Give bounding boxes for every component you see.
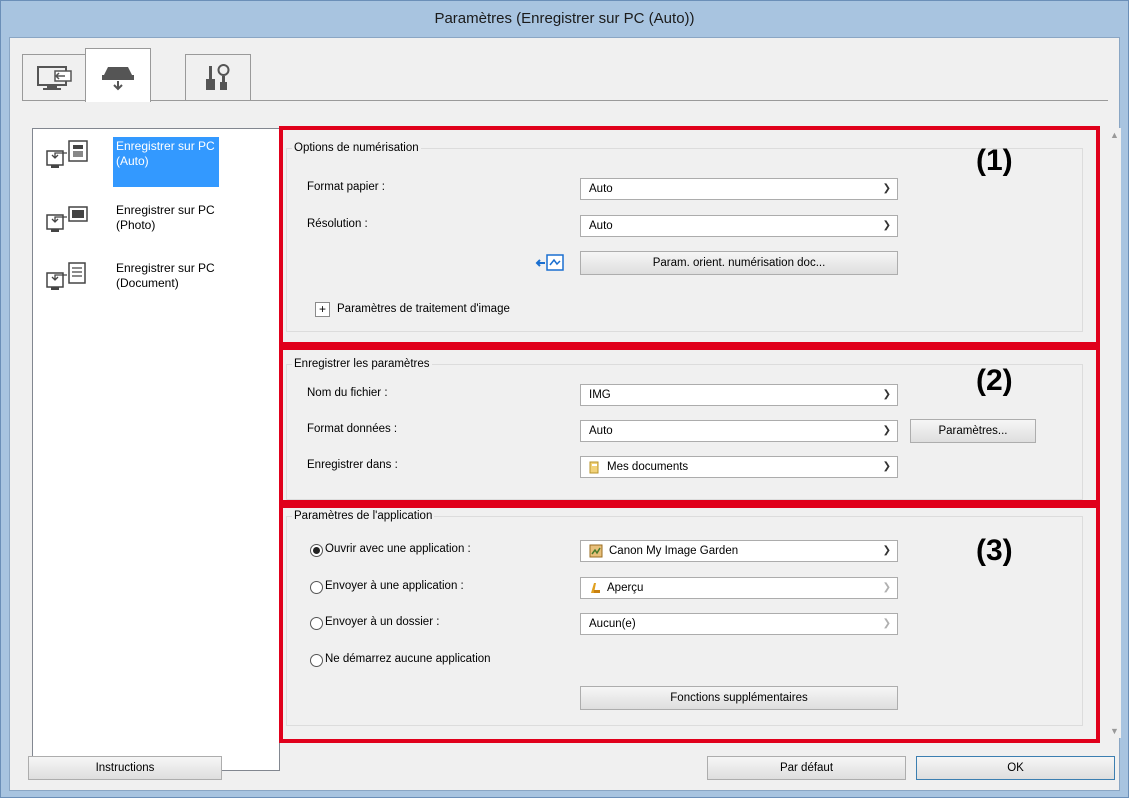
- expand-image-processing-button[interactable]: +: [315, 302, 330, 317]
- callout-1: (1): [976, 144, 1013, 177]
- scan-from-computer-icon: [37, 66, 72, 90]
- callout-3: (3): [976, 534, 1013, 567]
- send-app-select[interactable]: Aperçu ❯: [580, 577, 898, 599]
- scan-from-panel-icon: [102, 66, 134, 90]
- list-item-save-pc-auto[interactable]: Enregistrer sur PC (Auto): [39, 133, 277, 187]
- tab-general-settings[interactable]: [185, 54, 251, 101]
- image-processing-label[interactable]: Paramètres de traitement d'image: [337, 303, 510, 315]
- chevron-down-icon: ❯: [882, 220, 891, 231]
- instructions-button[interactable]: Instructions: [28, 756, 222, 780]
- document-orientation-icon: [535, 254, 564, 271]
- send-folder-label[interactable]: Envoyer à un dossier :: [325, 616, 439, 628]
- list-item-label: Enregistrer sur PC (Photo): [116, 203, 215, 232]
- documents-folder-icon: [589, 461, 599, 474]
- paper-size-select[interactable]: Auto ❯: [580, 178, 898, 200]
- data-format-value: Auto: [589, 425, 613, 437]
- save-pc-document-icon: [46, 262, 86, 290]
- resolution-select[interactable]: Auto ❯: [580, 215, 898, 237]
- list-item-label: Enregistrer sur PC (Document): [116, 261, 215, 290]
- image-garden-app-icon: [589, 544, 603, 558]
- send-folder-radio[interactable]: [310, 617, 323, 630]
- save-in-select[interactable]: Mes documents ❯: [580, 456, 898, 478]
- tab-scan-from-panel[interactable]: [85, 48, 151, 102]
- no-app-radio[interactable]: [310, 654, 323, 667]
- scroll-down-icon[interactable]: ▼: [1110, 726, 1119, 736]
- paper-size-label: Format papier :: [307, 181, 385, 193]
- tab-baseline: [22, 100, 1108, 101]
- list-item-label: Enregistrer sur PC (Auto): [113, 137, 219, 187]
- open-app-value: Canon My Image Garden: [609, 545, 739, 557]
- chevron-down-icon: ❯: [882, 425, 891, 436]
- save-in-value: Mes documents: [607, 461, 689, 473]
- chevron-down-icon: ❯: [882, 389, 891, 400]
- send-folder-select[interactable]: Aucun(e) ❯: [580, 613, 898, 635]
- format-settings-button[interactable]: Paramètres...: [910, 419, 1036, 443]
- preview-app-icon: [591, 582, 600, 593]
- defaults-button[interactable]: Par défaut: [707, 756, 906, 780]
- save-pc-auto-icon: [46, 140, 88, 168]
- file-name-select[interactable]: IMG ❯: [580, 384, 898, 406]
- open-app-radio[interactable]: [310, 544, 323, 557]
- file-name-label: Nom du fichier :: [307, 387, 388, 399]
- callout-2: (2): [976, 364, 1013, 397]
- save-in-label: Enregistrer dans :: [307, 459, 398, 471]
- list-item-save-pc-photo[interactable]: Enregistrer sur PC (Photo): [39, 197, 277, 251]
- dialog-client-area: Enregistrer sur PC (Auto) Enregistrer su…: [9, 37, 1121, 791]
- window-title: Paramètres (Enregistrer sur PC (Auto)): [1, 1, 1128, 37]
- send-folder-value: Aucun(e): [589, 618, 636, 630]
- open-app-label[interactable]: Ouvrir avec une application :: [325, 543, 471, 555]
- send-app-label[interactable]: Envoyer à une application :: [325, 580, 464, 592]
- chevron-down-icon: ❯: [882, 545, 891, 556]
- send-app-value: Aperçu: [607, 582, 644, 594]
- chevron-down-icon: ❯: [882, 461, 891, 472]
- save-pc-photo-icon: [46, 206, 88, 232]
- tab-scan-from-computer[interactable]: [22, 54, 88, 101]
- paper-size-value: Auto: [589, 183, 613, 195]
- resolution-label: Résolution :: [307, 218, 368, 230]
- data-format-select[interactable]: Auto ❯: [580, 420, 898, 442]
- vertical-scrollbar[interactable]: ▲ ▼: [1108, 128, 1121, 738]
- send-app-radio[interactable]: [310, 581, 323, 594]
- scroll-up-icon[interactable]: ▲: [1110, 130, 1119, 140]
- resolution-value: Auto: [589, 220, 613, 232]
- orientation-settings-button[interactable]: Param. orient. numérisation doc...: [580, 251, 898, 275]
- data-format-label: Format données :: [307, 423, 398, 435]
- scan-mode-list: Enregistrer sur PC (Auto) Enregistrer su…: [32, 128, 280, 771]
- settings-window: Paramètres (Enregistrer sur PC (Auto)) E…: [0, 0, 1129, 798]
- general-settings-icon: [206, 64, 230, 90]
- chevron-down-icon: ❯: [882, 582, 891, 593]
- no-app-label[interactable]: Ne démarrez aucune application: [325, 653, 491, 665]
- list-item-save-pc-document[interactable]: Enregistrer sur PC (Document): [39, 255, 277, 309]
- open-app-select[interactable]: Canon My Image Garden ❯: [580, 540, 898, 562]
- chevron-down-icon: ❯: [882, 618, 891, 629]
- ok-button[interactable]: OK: [916, 756, 1115, 780]
- more-functions-button[interactable]: Fonctions supplémentaires: [580, 686, 898, 710]
- chevron-down-icon: ❯: [882, 183, 891, 194]
- file-name-value: IMG: [589, 389, 611, 401]
